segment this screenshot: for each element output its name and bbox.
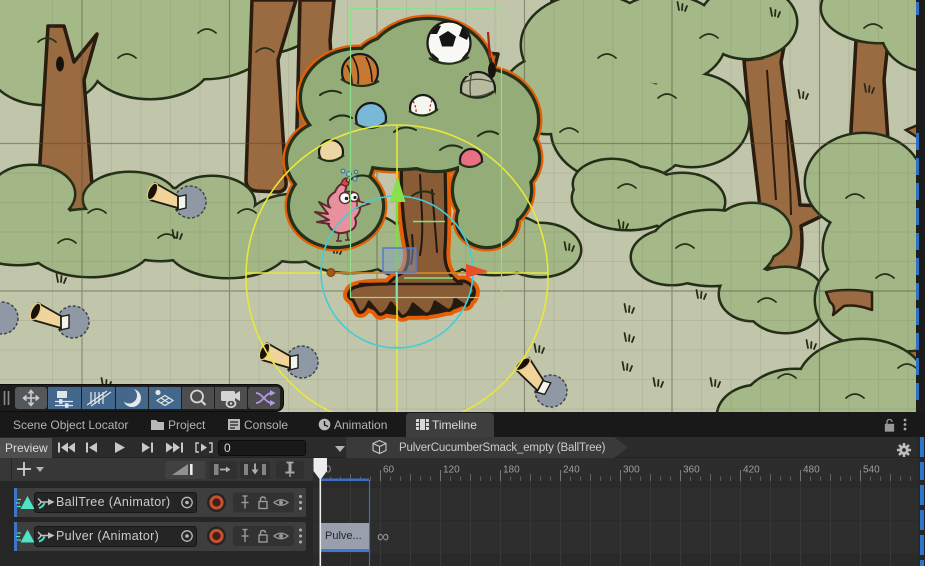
svg-text:120: 120 xyxy=(443,465,460,476)
svg-text:240: 240 xyxy=(563,465,580,476)
svg-text:540: 540 xyxy=(863,465,880,476)
svg-text:360: 360 xyxy=(683,465,700,476)
svg-text:180: 180 xyxy=(503,465,520,476)
svg-text:480: 480 xyxy=(803,465,820,476)
svg-text:60: 60 xyxy=(383,465,395,476)
svg-text:420: 420 xyxy=(743,465,760,476)
svg-text:300: 300 xyxy=(623,465,640,476)
